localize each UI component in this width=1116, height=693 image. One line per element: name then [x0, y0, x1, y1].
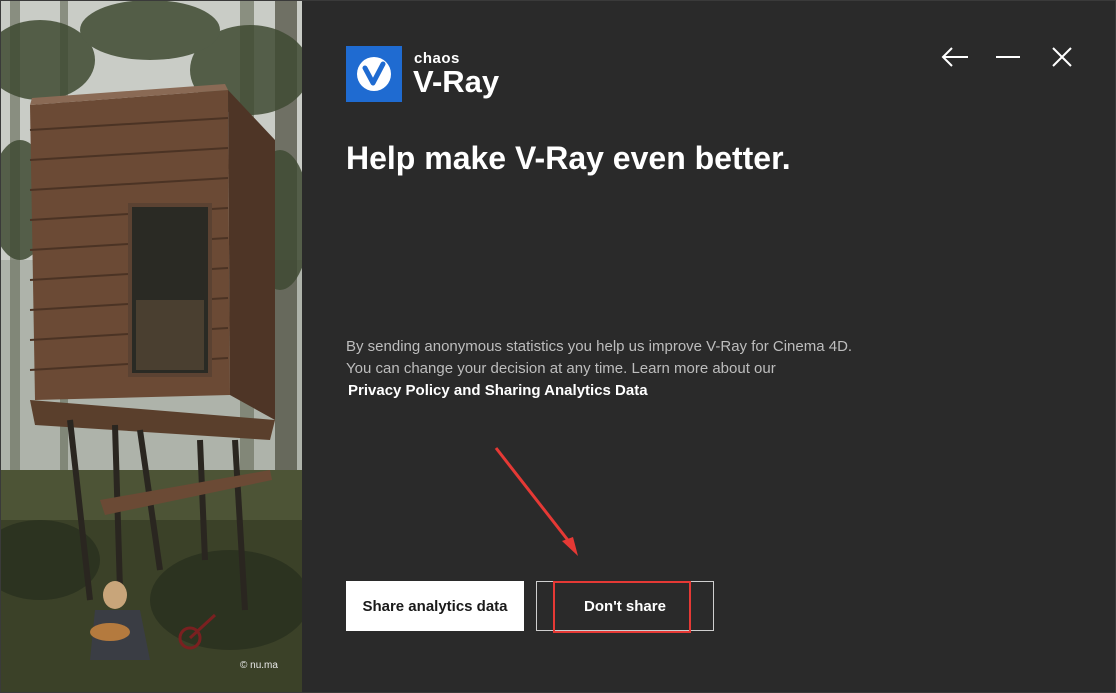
dont-share-button[interactable]: Don't share	[536, 581, 714, 631]
arrow-left-icon[interactable]	[938, 40, 972, 74]
share-analytics-button[interactable]: Share analytics data	[346, 581, 524, 631]
page-title: Help make V-Ray even better.	[346, 140, 791, 176]
vray-logo-icon	[346, 46, 402, 102]
description-line: By sending anonymous statistics you help…	[346, 338, 853, 355]
privacy-policy-link[interactable]: Privacy Policy and Sharing Analytics Dat…	[348, 382, 648, 399]
brand-product: V-Ray	[413, 64, 500, 99]
description: By sending anonymous statistics you help…	[346, 336, 906, 380]
description-line: You can change your decision at any time…	[346, 360, 776, 377]
minimize-icon[interactable]	[991, 40, 1025, 74]
close-icon[interactable]	[1045, 40, 1079, 74]
image-credit: © nu.ma	[240, 660, 278, 671]
installer-window: © nu.ma chaos V-Ray Help make V-Ray even…	[0, 0, 1116, 693]
treehouse-forest-illustration	[0, 0, 302, 693]
hero-image: © nu.ma	[0, 0, 302, 693]
